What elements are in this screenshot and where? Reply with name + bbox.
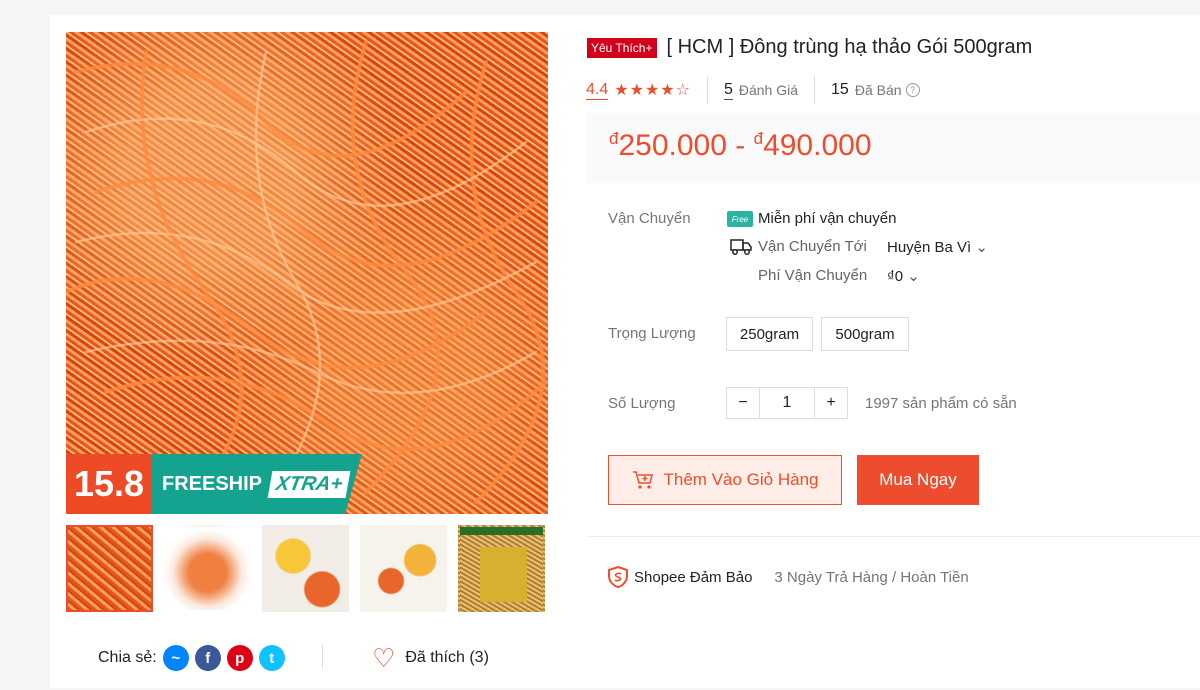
ship-to-dropdown[interactable]: Huyện Ba Vì ⌄: [887, 238, 988, 256]
shipping-label: Vận Chuyển: [608, 210, 691, 227]
quantity-input[interactable]: 1: [760, 387, 814, 419]
ship-fee-dropdown[interactable]: ₫0 ⌄: [887, 267, 920, 285]
chevron-down-icon: ⌄: [975, 239, 988, 256]
quantity-decrease-button[interactable]: −: [726, 387, 760, 419]
price-max: 490.000: [763, 129, 872, 162]
promo-freeship: FREESHIP XTRA+: [152, 454, 362, 514]
add-to-cart-button[interactable]: Thêm Vào Giỏ Hàng: [608, 455, 842, 505]
weight-option-500[interactable]: 500gram: [821, 317, 909, 351]
thumbnail-3[interactable]: [262, 525, 349, 612]
guarantee-title: Shopee Đảm Bảo: [634, 568, 753, 586]
ship-fee-value: ₫0: [887, 268, 904, 285]
product-title-row: Yêu Thích+ [ HCM ] Đông trùng hạ thảo Gó…: [587, 36, 1032, 59]
section-divider: [587, 536, 1200, 537]
free-shipping-icon: Free: [727, 211, 753, 227]
truck-icon: [730, 239, 752, 255]
sold-count: 15: [831, 81, 849, 98]
rating-divider: [706, 76, 708, 104]
share-divider: [322, 645, 323, 669]
review-label: Đánh Giá: [738, 82, 799, 98]
ship-to-value: Huyện Ba Vì: [887, 239, 972, 256]
star-rating-icon: ★★★★☆: [614, 82, 691, 99]
shield-icon: [608, 566, 628, 588]
share-label: Chia sẻ:: [98, 649, 157, 666]
thumbnail-5[interactable]: [458, 525, 545, 612]
like-button[interactable]: ♡ Đã thích (3): [372, 645, 489, 671]
rating-value[interactable]: 4.4: [586, 81, 609, 100]
price-min: 250.000: [618, 129, 727, 162]
guarantee-detail: 3 Ngày Trả Hàng / Hoàn Tiền: [774, 568, 969, 586]
quantity-label: Số Lượng: [608, 395, 676, 412]
quantity-stepper: − 1 +: [726, 387, 848, 419]
messenger-icon[interactable]: ~: [162, 645, 189, 671]
weight-label: Trọng Lượng: [608, 325, 696, 342]
price-box: đ250.000 - đ490.000: [587, 113, 1200, 183]
add-to-cart-label: Thêm Vào Giỏ Hàng: [663, 470, 819, 489]
twitter-icon[interactable]: t: [258, 645, 285, 671]
rating-row: 4.4 ★★★★☆ 5 Đánh Giá 15 Đã Bán ?: [586, 76, 920, 104]
price-separator: -: [726, 129, 754, 162]
promo-banner: 15.8 FREESHIP XTRA+: [66, 454, 362, 514]
facebook-icon[interactable]: f: [194, 645, 221, 671]
thumbnail-strip: [66, 525, 545, 612]
sold-divider: [814, 76, 816, 104]
thumbnail-4[interactable]: [360, 525, 447, 612]
quantity-increase-button[interactable]: +: [814, 387, 848, 419]
currency-symbol-2: đ: [753, 129, 764, 148]
ship-to-label: Vận Chuyển Tới: [758, 238, 867, 255]
freeship-label: FREESHIP: [162, 472, 263, 495]
main-product-image[interactable]: [66, 32, 548, 514]
chevron-down-icon: ⌄: [907, 268, 920, 285]
sold-label: Đã Bán: [854, 82, 902, 98]
cart-plus-icon: [632, 471, 653, 489]
like-count-label: Đã thích (3): [405, 649, 489, 666]
pinterest-icon[interactable]: p: [226, 645, 253, 671]
product-title: [ HCM ] Đông trùng hạ thảo Gói 500gram: [666, 36, 1033, 58]
weight-option-250[interactable]: 250gram: [726, 317, 813, 351]
promo-date: 15.8: [66, 454, 152, 514]
ship-fee-label: Phí Vận Chuyển: [758, 267, 868, 284]
review-count[interactable]: 5: [723, 81, 733, 100]
xtra-label: XTRA+: [267, 470, 351, 498]
free-shipping-text: Miễn phí vận chuyển: [758, 210, 897, 227]
heart-icon[interactable]: ♡: [372, 645, 395, 671]
thumbnail-1[interactable]: [66, 525, 153, 612]
share-bar: Chia sẻ: ~ f p t: [98, 645, 285, 671]
shopee-guarantee[interactable]: Shopee Đảm Bảo 3 Ngày Trả Hàng / Hoàn Ti…: [608, 566, 969, 588]
price-range: đ250.000 - đ490.000: [609, 129, 872, 163]
favorite-badge: Yêu Thích+: [587, 37, 657, 58]
thumbnail-2[interactable]: [164, 525, 251, 612]
stock-text: 1997 sản phẩm có sẵn: [865, 395, 1017, 412]
buy-now-button[interactable]: Mua Ngay: [857, 455, 979, 505]
help-icon[interactable]: ?: [905, 83, 920, 97]
